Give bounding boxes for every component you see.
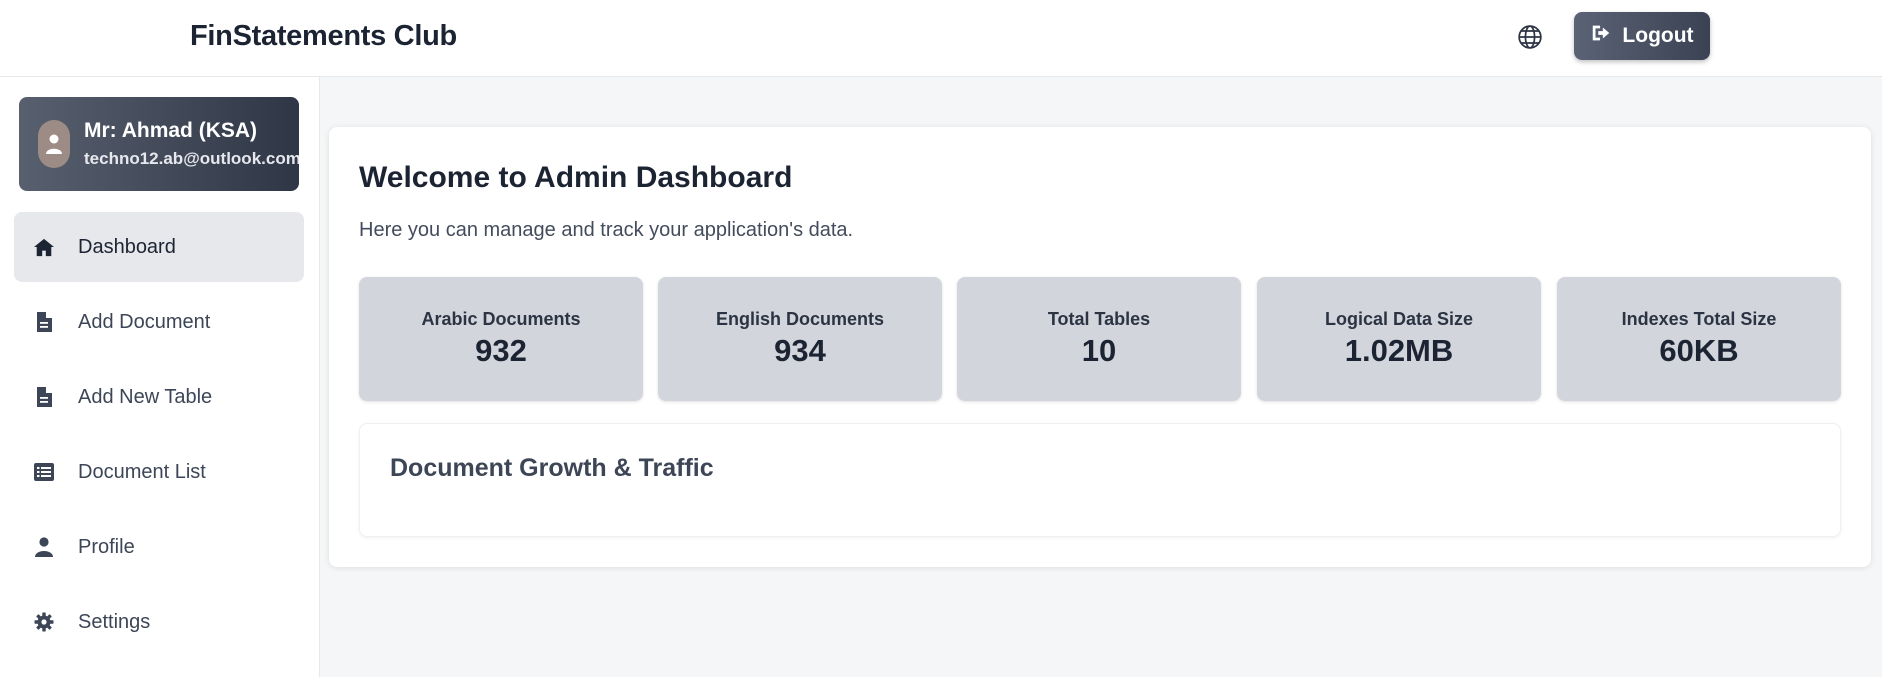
user-icon bbox=[32, 535, 56, 559]
growth-panel: Document Growth & Traffic bbox=[359, 423, 1841, 537]
stat-card-logical-data-size: Logical Data Size 1.02MB bbox=[1257, 277, 1541, 401]
sidebar-item-label: Document List bbox=[78, 460, 206, 483]
brand-title[interactable]: FinStatements Club bbox=[190, 20, 457, 53]
stat-value: 10 bbox=[1081, 333, 1117, 368]
sidebar-item-profile[interactable]: Profile bbox=[14, 512, 304, 582]
stat-value: 934 bbox=[774, 333, 826, 368]
stat-card-total-tables: Total Tables 10 bbox=[957, 277, 1241, 401]
sidebar-item-settings[interactable]: Settings bbox=[14, 587, 304, 657]
stat-card-arabic-documents: Arabic Documents 932 bbox=[359, 277, 643, 401]
stat-card-indexes-total-size: Indexes Total Size 60KB bbox=[1557, 277, 1841, 401]
user-card[interactable]: Mr: Ahmad (KSA) techno12.ab@outlook.com bbox=[19, 97, 299, 191]
stat-label: Arabic Documents bbox=[421, 309, 581, 329]
document-icon bbox=[32, 385, 56, 409]
sidebar-item-label: Dashboard bbox=[78, 235, 176, 258]
avatar bbox=[38, 120, 70, 168]
stat-label: English Documents bbox=[715, 309, 885, 329]
page-subtitle: Here you can manage and track your appli… bbox=[359, 219, 854, 241]
top-bar: FinStatements Club Logout bbox=[0, 0, 1882, 77]
globe-icon[interactable] bbox=[1516, 23, 1544, 51]
sidebar-item-add-document[interactable]: Add Document bbox=[14, 287, 304, 357]
stat-label: Indexes Total Size bbox=[1621, 309, 1777, 329]
dashboard-panel: Welcome to Admin Dashboard Here you can … bbox=[329, 127, 1871, 567]
sidebar: Mr: Ahmad (KSA) techno12.ab@outlook.com … bbox=[0, 77, 320, 677]
sidebar-item-label: Add Document bbox=[78, 310, 211, 333]
stat-label: Total Tables bbox=[1047, 309, 1151, 329]
stat-value: 1.02MB bbox=[1344, 333, 1454, 368]
stat-label: Logical Data Size bbox=[1324, 309, 1474, 329]
stat-value: 60KB bbox=[1659, 333, 1739, 368]
gear-icon bbox=[32, 610, 56, 634]
stat-card-english-documents: English Documents 934 bbox=[658, 277, 942, 401]
logout-button[interactable]: Logout bbox=[1574, 12, 1710, 60]
logout-label: Logout bbox=[1622, 24, 1694, 47]
sidebar-item-label: Add New Table bbox=[78, 385, 213, 408]
growth-title: Document Growth & Traffic bbox=[390, 454, 714, 482]
sidebar-item-document-list[interactable]: Document List bbox=[14, 437, 304, 507]
document-icon bbox=[32, 310, 56, 334]
user-avatar-icon bbox=[46, 134, 62, 154]
stat-value: 932 bbox=[475, 333, 527, 368]
sidebar-item-label: Settings bbox=[78, 610, 151, 633]
list-icon bbox=[32, 460, 56, 484]
user-email: techno12.ab@outlook.com bbox=[84, 149, 299, 168]
page-title: Welcome to Admin Dashboard bbox=[359, 161, 793, 194]
home-icon bbox=[32, 235, 56, 259]
user-name: Mr: Ahmad (KSA) bbox=[84, 119, 258, 142]
logout-icon bbox=[1590, 22, 1612, 50]
sidebar-item-dashboard[interactable]: Dashboard bbox=[14, 212, 304, 282]
sidebar-item-label: Profile bbox=[78, 535, 135, 558]
sidebar-item-add-new-table[interactable]: Add New Table bbox=[14, 362, 304, 432]
